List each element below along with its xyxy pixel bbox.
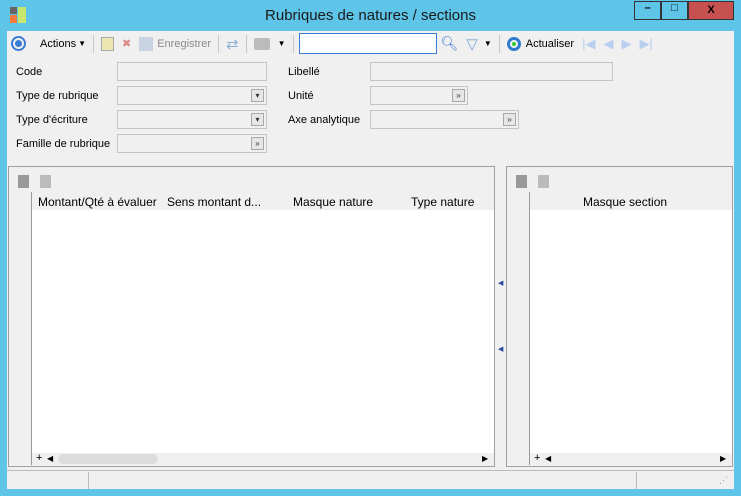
horizontal-scrollbar[interactable]: + ◀ ▶ [32, 452, 494, 465]
double-chevron-down-icon: » [452, 89, 465, 102]
analytic-axis-select[interactable]: » [370, 110, 519, 129]
sync-button[interactable]: ⇄ [222, 33, 243, 55]
filter-icon: ▽ [466, 35, 478, 53]
delete-icon: ✖ [122, 38, 132, 50]
last-icon: ▶| [639, 35, 653, 51]
row-selector-column [509, 192, 530, 465]
scroll-left-icon[interactable]: ◀ [47, 454, 53, 463]
filter-button[interactable]: ▽ ▼ [462, 33, 495, 55]
save-label: Enregistrer [157, 37, 212, 50]
delete-button[interactable]: ✖ [118, 33, 135, 55]
separator [498, 34, 500, 53]
new-icon [101, 36, 114, 51]
window-title: Rubriques de natures / sections [265, 7, 476, 24]
delete-row-icon[interactable] [40, 175, 51, 188]
column-header[interactable]: Type nature [411, 195, 474, 209]
grid-header: ▼ Masque section [509, 192, 732, 210]
options-icon[interactable] [7, 33, 30, 55]
sync-icon: ⇄ [226, 35, 239, 53]
unit-select[interactable]: » [370, 86, 468, 105]
code-label: Code [16, 66, 43, 78]
rubric-family-select[interactable]: » [117, 134, 267, 153]
chevron-down-icon: ▼ [277, 39, 286, 48]
column-header[interactable]: Sens montant d... [167, 195, 261, 209]
horizontal-scrollbar[interactable]: + ◀ ▶ [530, 452, 732, 465]
refresh-icon [506, 36, 521, 51]
scroll-left-icon[interactable]: ◀ [545, 454, 551, 463]
rubric-type-select[interactable]: ▾ [117, 86, 267, 105]
natures-panel: ▼ Montant/Qté à évaluer Sens montant d..… [8, 166, 495, 467]
entry-type-select[interactable]: ▾ [117, 110, 267, 129]
status-bar: ⋰ [7, 470, 734, 489]
code-field[interactable] [117, 62, 267, 81]
search-button[interactable]: 🔍︎ [437, 33, 463, 55]
column-header[interactable]: Masque nature [293, 195, 373, 209]
search-icon: 🔍︎ [440, 35, 459, 51]
natures-grid: ▼ Montant/Qté à évaluer Sens montant d..… [11, 192, 494, 465]
scroll-right-icon[interactable]: ▶ [720, 454, 726, 463]
next-record-button[interactable]: ▶ [617, 33, 635, 55]
maximize-button[interactable]: □ [661, 1, 688, 20]
resize-grip-icon[interactable]: ⋰ [719, 475, 728, 486]
analytic-axis-label: Axe analytique [288, 114, 361, 126]
chevron-down-icon: ▾ [251, 89, 264, 102]
rubric-family-label: Famille de rubrique [16, 138, 111, 150]
add-button[interactable]: + [36, 452, 42, 464]
separator [218, 34, 220, 53]
separator [93, 34, 94, 53]
row-selector-column [11, 192, 32, 465]
label-field[interactable] [370, 62, 613, 81]
column-header[interactable]: Masque section [583, 195, 667, 209]
actions-menu[interactable]: Actions ▼ [36, 33, 90, 55]
sections-panel: ▼ Masque section + ◀ ▶ [506, 166, 733, 467]
separator [245, 34, 247, 53]
save-button[interactable]: Enregistrer [135, 33, 215, 55]
save-icon [139, 36, 154, 51]
scroll-right-icon[interactable]: ▶ [482, 454, 488, 463]
sections-grid: ▼ Masque section + ◀ ▶ [509, 192, 732, 465]
splitter[interactable]: ◀ ◀ [498, 166, 504, 467]
previous-icon: ◀ [603, 35, 614, 51]
next-icon: ▶ [621, 35, 632, 51]
refresh-label: Actualiser [525, 37, 575, 50]
grid-header: ▼ Montant/Qté à évaluer Sens montant d..… [11, 192, 494, 210]
window-client: Actions ▼ ✖ Enregistrer ⇄ ▼ 🔍︎ ▽ ▼ Actuali… [7, 31, 734, 489]
add-row-icon[interactable] [516, 175, 527, 188]
entry-type-label: Type d'écriture [16, 114, 88, 126]
column-header[interactable]: Montant/Qté à évaluer [38, 195, 157, 209]
close-button[interactable]: X [688, 1, 734, 20]
add-row-icon[interactable] [18, 175, 29, 188]
unit-label: Unité [288, 90, 314, 102]
delete-row-icon[interactable] [538, 175, 549, 188]
chevron-down-icon: ▼ [483, 39, 492, 48]
refresh-button[interactable]: Actualiser [503, 33, 578, 55]
first-record-button[interactable]: |◀ [578, 33, 599, 55]
label-label: Libellé [288, 66, 320, 78]
printer-icon [253, 37, 270, 50]
double-chevron-down-icon: » [251, 137, 264, 150]
actions-label: Actions [40, 37, 77, 50]
rubric-type-label: Type de rubrique [16, 90, 99, 102]
chevron-down-icon: ▼ [78, 39, 86, 48]
collapse-left-icon[interactable]: ◀ [498, 279, 503, 287]
scroll-thumb[interactable] [58, 454, 158, 464]
first-icon: |◀ [582, 35, 596, 51]
new-button[interactable] [97, 33, 118, 55]
double-chevron-down-icon: » [503, 113, 516, 126]
previous-record-button[interactable]: ◀ [599, 33, 617, 55]
toolbar: Actions ▼ ✖ Enregistrer ⇄ ▼ 🔍︎ ▽ ▼ Actuali… [7, 31, 734, 56]
minimize-button[interactable]: – [634, 1, 661, 20]
separator [292, 34, 294, 53]
collapse-right-icon[interactable]: ◀ [498, 345, 503, 353]
last-record-button[interactable]: ▶| [635, 33, 656, 55]
add-button[interactable]: + [534, 452, 540, 464]
chevron-down-icon: ▾ [251, 113, 264, 126]
print-button[interactable]: ▼ [250, 33, 290, 55]
search-input[interactable] [298, 33, 437, 54]
